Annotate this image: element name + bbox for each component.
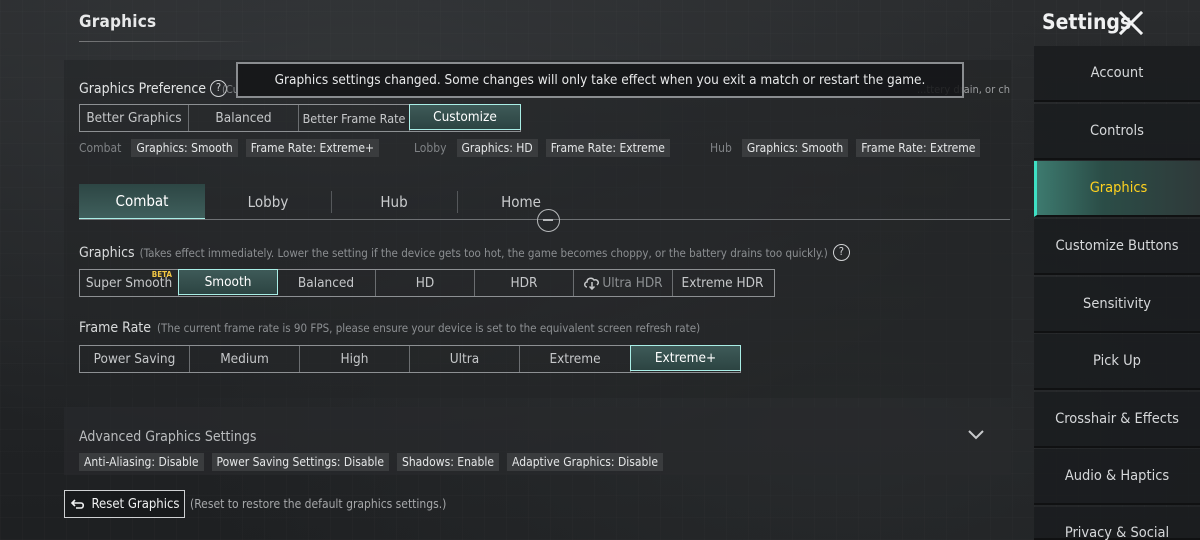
hub-preset-summary: Hub Graphics: Smooth Frame Rate: Extreme — [710, 139, 981, 157]
frame-rate-selector: Power Saving Medium High Ultra Extreme E… — [79, 345, 741, 373]
quality-extreme-hdr[interactable]: Extreme HDR — [673, 270, 772, 296]
page-title: Graphics — [79, 12, 157, 32]
hub-graphics-tag: Graphics: Smooth — [741, 139, 849, 157]
sidebar-item-crosshair-effects[interactable]: Crosshair & Effects — [1034, 392, 1200, 448]
frame-rate-high[interactable]: High — [300, 346, 410, 372]
preference-better-frame-rate[interactable]: Better Frame Rate — [299, 105, 410, 131]
lobby-prefix: Lobby — [414, 141, 447, 155]
settings-changed-toast: Graphics settings changed. Some changes … — [236, 62, 964, 98]
lobby-preset-summary: Lobby Graphics: HD Frame Rate: Extreme — [414, 139, 670, 157]
hub-frame-rate-tag: Frame Rate: Extreme — [856, 139, 981, 157]
graphics-quality-label: Graphics — [79, 244, 135, 261]
advanced-settings-summary: Anti-Aliasing: Disable Power Saving Sett… — [79, 453, 664, 471]
settings-sidebar: Account Controls Graphics Customize Butt… — [1034, 46, 1200, 540]
frame-rate-power-saving[interactable]: Power Saving — [80, 346, 190, 372]
sidebar-item-account[interactable]: Account — [1034, 46, 1200, 102]
graphics-preference-selector: Better Graphics Balanced Better Frame Ra… — [79, 104, 521, 132]
help-icon[interactable]: ? — [832, 244, 850, 261]
quality-smooth[interactable]: Smooth — [178, 269, 278, 295]
sidebar-item-privacy-social[interactable]: Privacy & Social — [1034, 507, 1200, 540]
quality-hdr[interactable]: HDR — [475, 270, 574, 296]
frame-rate-header: Frame Rate (The current frame rate is 90… — [79, 320, 700, 336]
combat-graphics-tag: Graphics: Smooth — [131, 139, 238, 157]
frame-rate-ultra[interactable]: Ultra — [410, 346, 520, 372]
chevron-down-icon[interactable] — [966, 428, 986, 442]
cloud-download-icon — [584, 277, 600, 290]
drag-handle-icon[interactable] — [537, 209, 560, 232]
quality-ultra-hdr-label: Ultra HDR — [602, 275, 663, 291]
quality-balanced[interactable]: Balanced — [277, 270, 376, 296]
reset-graphics-label: Reset Graphics — [91, 496, 180, 512]
reset-graphics-button[interactable]: Reset Graphics — [64, 490, 185, 518]
combat-preset-summary: Combat Graphics: Smooth Frame Rate: Extr… — [79, 139, 380, 157]
hub-prefix: Hub — [710, 141, 732, 155]
title-underline — [79, 41, 254, 42]
graphics-quality-selector: Super Smooth BETA Smooth Balanced HD HDR… — [79, 269, 775, 297]
sidebar-item-customize-buttons[interactable]: Customize Buttons — [1034, 219, 1200, 275]
preference-balanced[interactable]: Balanced — [189, 105, 299, 131]
sidebar-item-pick-up[interactable]: Pick Up — [1034, 334, 1200, 390]
frame-rate-label: Frame Rate — [79, 320, 151, 336]
shadows-tag: Shadows: Enable — [396, 453, 500, 471]
frame-rate-medium[interactable]: Medium — [190, 346, 300, 372]
tab-home[interactable]: Home — [457, 184, 585, 220]
lobby-graphics-tag: Graphics: HD — [456, 139, 538, 157]
combat-frame-rate-tag: Frame Rate: Extreme+ — [245, 139, 380, 157]
lobby-frame-rate-tag: Frame Rate: Extreme — [545, 139, 670, 157]
frame-rate-extreme[interactable]: Extreme — [520, 346, 631, 372]
frame-rate-extreme-plus[interactable]: Extreme+ — [630, 345, 741, 371]
tab-combat[interactable]: Combat — [79, 184, 205, 220]
sidebar-item-controls[interactable]: Controls — [1034, 104, 1200, 160]
quality-hd[interactable]: HD — [376, 270, 475, 296]
preference-customize[interactable]: Customize — [409, 104, 521, 130]
sidebar-item-audio-haptics[interactable]: Audio & Haptics — [1034, 449, 1200, 505]
tab-lobby[interactable]: Lobby — [205, 184, 331, 220]
quality-ultra-hdr[interactable]: Ultra HDR — [574, 270, 673, 296]
advanced-graphics-title: Advanced Graphics Settings — [79, 429, 257, 445]
preference-better-graphics[interactable]: Better Graphics — [80, 105, 189, 131]
reset-arrow-icon — [70, 499, 84, 509]
anti-aliasing-tag: Anti-Aliasing: Disable — [79, 453, 204, 471]
combat-prefix: Combat — [79, 141, 122, 155]
beta-badge: BETA — [151, 270, 172, 279]
power-saving-tag: Power Saving Settings: Disable — [211, 453, 389, 471]
graphics-preference-row: Graphics Preference ? — [79, 80, 228, 97]
quality-super-smooth[interactable]: Super Smooth BETA — [80, 270, 179, 296]
graphics-quality-header: Graphics (Takes effect immediately. Lowe… — [79, 244, 850, 261]
adaptive-graphics-tag: Adaptive Graphics: Disable — [507, 453, 664, 471]
tab-hub[interactable]: Hub — [331, 184, 457, 220]
sidebar-item-sensitivity[interactable]: Sensitivity — [1034, 277, 1200, 333]
reset-note: (Reset to restore the default graphics s… — [190, 497, 447, 511]
graphics-preference-label: Graphics Preference — [79, 80, 207, 97]
sidebar-item-graphics[interactable]: Graphics — [1034, 161, 1200, 217]
graphics-quality-note: (Takes effect immediately. Lower the set… — [139, 245, 828, 260]
close-icon[interactable] — [1118, 10, 1144, 36]
frame-rate-note: (The current frame rate is 90 FPS, pleas… — [157, 321, 701, 335]
